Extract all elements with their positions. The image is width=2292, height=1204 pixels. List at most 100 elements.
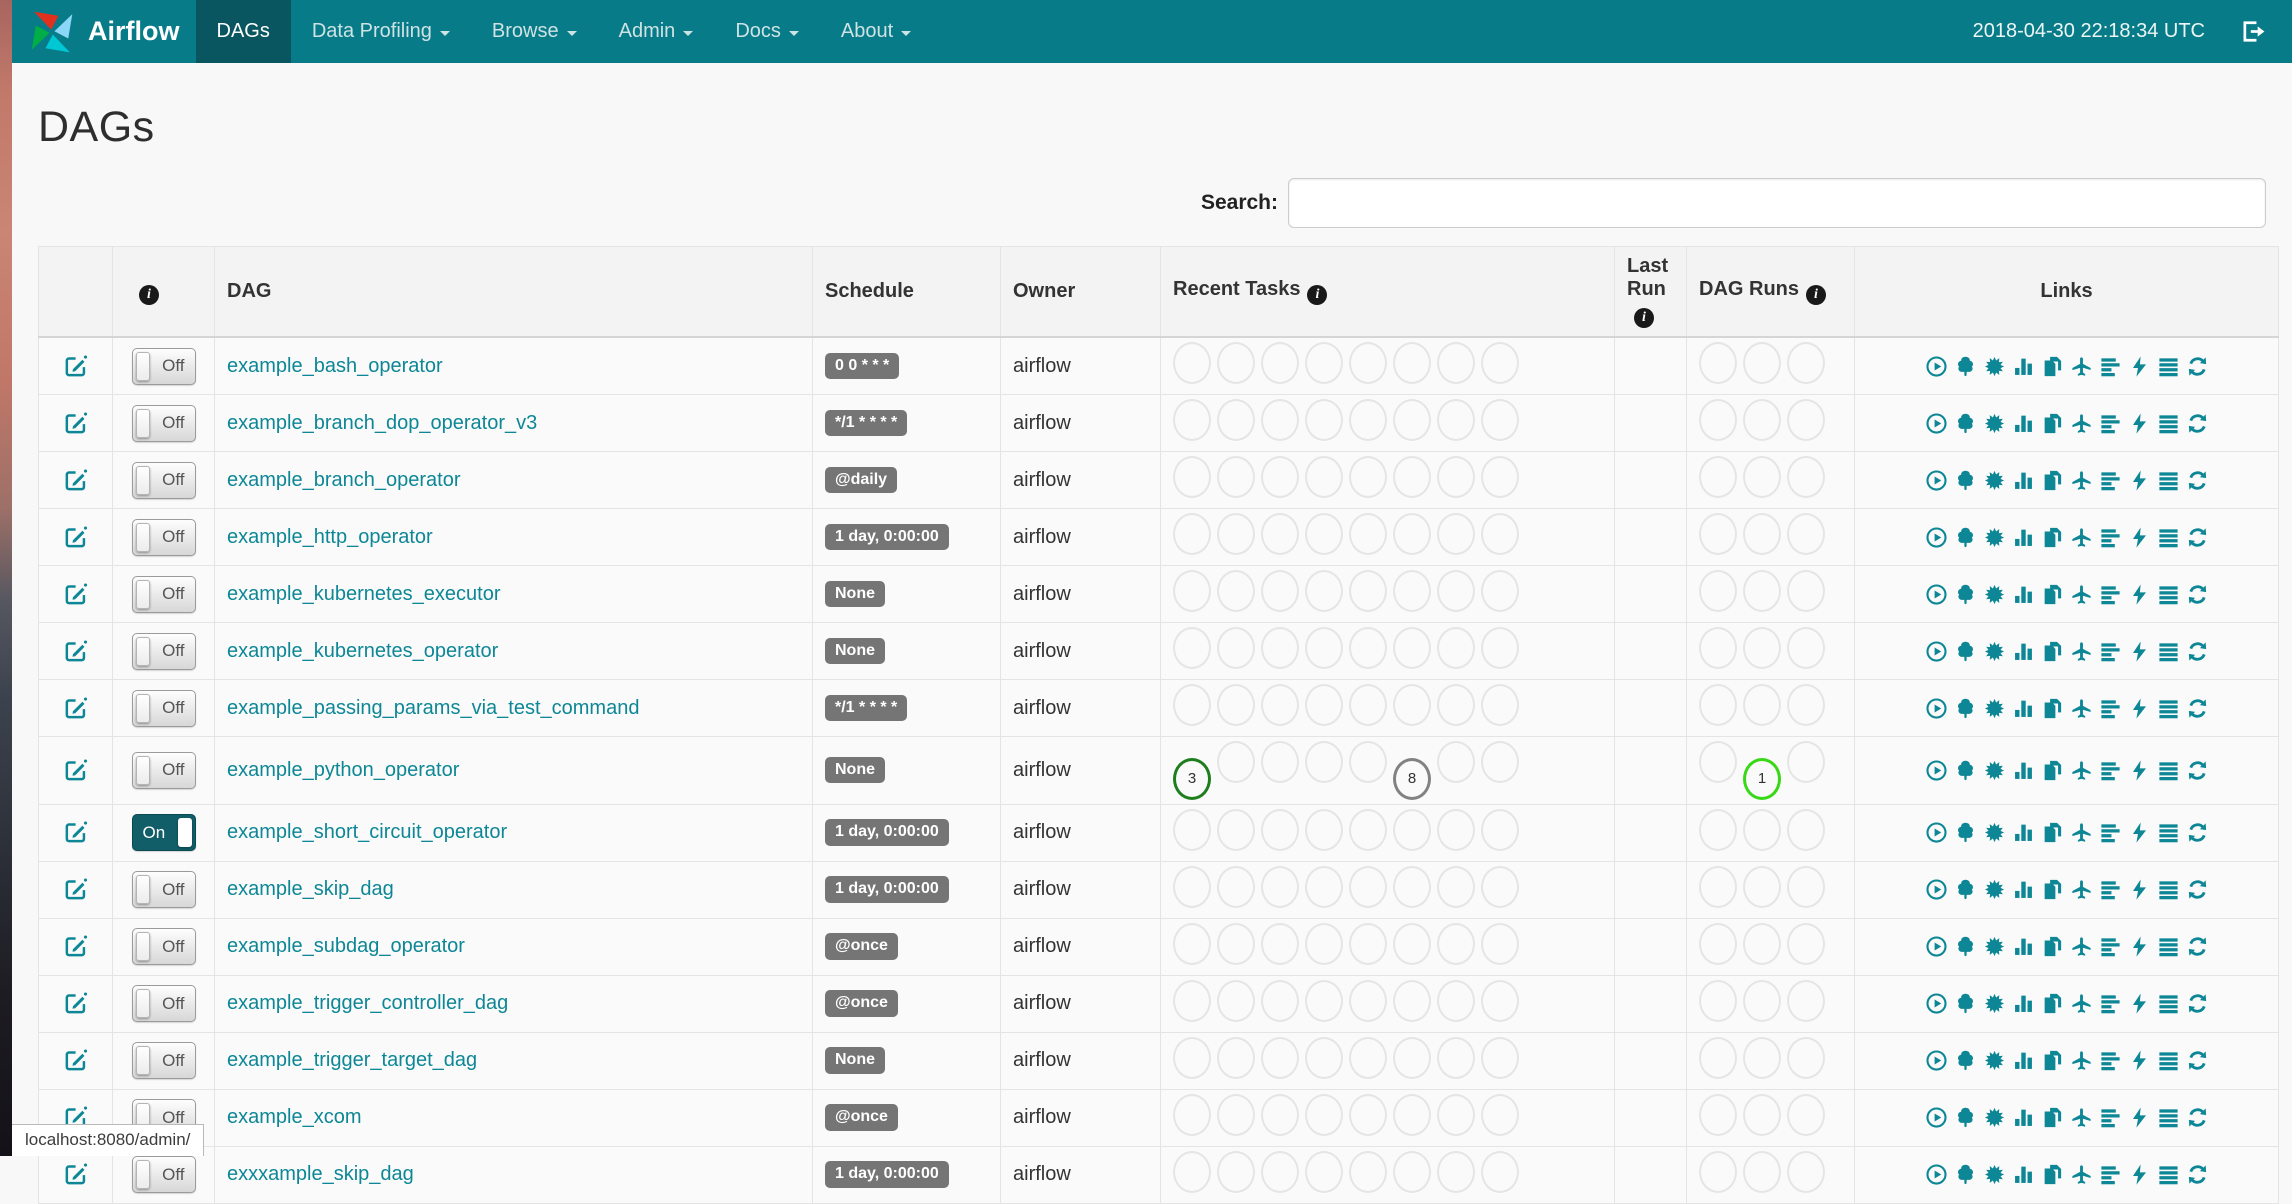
recent-task-circle[interactable] <box>1437 741 1475 783</box>
dag-run-circle[interactable] <box>1787 684 1825 726</box>
link-gantt-view[interactable] <box>2099 355 2122 378</box>
recent-task-circle[interactable] <box>1481 684 1519 726</box>
dag-pause-toggle[interactable]: Off <box>131 1156 196 1193</box>
dag-run-circle[interactable] <box>1787 342 1825 384</box>
link-trigger-dag[interactable] <box>1925 526 1948 549</box>
link-code-view[interactable] <box>2128 583 2151 606</box>
link-gantt-view[interactable] <box>2099 759 2122 782</box>
link-task-duration[interactable] <box>2012 640 2035 663</box>
recent-task-circle[interactable] <box>1437 865 1475 908</box>
link-landing-times[interactable] <box>2070 355 2093 378</box>
recent-task-circle[interactable] <box>1305 513 1343 555</box>
link-code-view[interactable] <box>2128 1049 2151 1072</box>
dag-pause-toggle[interactable]: Off <box>131 404 196 442</box>
dag-run-circle[interactable] <box>1787 808 1825 851</box>
recent-task-circle[interactable] <box>1217 979 1255 1022</box>
link-refresh[interactable] <box>2186 640 2209 663</box>
link-gantt-view[interactable] <box>2099 583 2122 606</box>
recent-task-circle[interactable] <box>1305 979 1343 1022</box>
recent-task-circle[interactable] <box>1481 979 1519 1022</box>
link-code-view[interactable] <box>2128 526 2151 549</box>
recent-task-circle[interactable] <box>1305 627 1343 669</box>
dag-run-circle[interactable] <box>1743 342 1781 384</box>
dag-pause-toggle[interactable]: Off <box>131 689 196 727</box>
recent-task-circle[interactable] <box>1217 741 1255 783</box>
dag-run-circle[interactable] <box>1787 399 1825 441</box>
link-task-instances[interactable] <box>2157 1106 2180 1129</box>
link-gantt-view[interactable] <box>2099 697 2122 720</box>
link-landing-times[interactable] <box>2070 878 2093 901</box>
dag-pause-toggle[interactable]: Off <box>131 985 196 1022</box>
link-trigger-dag[interactable] <box>1925 992 1948 1015</box>
recent-task-circle[interactable] <box>1481 922 1519 965</box>
recent-task-circle[interactable] <box>1305 456 1343 498</box>
recent-task-circle[interactable] <box>1217 1036 1255 1079</box>
link-task-tries[interactable] <box>2041 469 2064 492</box>
link-task-instances[interactable] <box>2157 469 2180 492</box>
edit-dag-link[interactable] <box>62 639 89 661</box>
dag-run-circle[interactable] <box>1743 808 1781 851</box>
recent-task-circle[interactable] <box>1305 808 1343 851</box>
dag-run-circle[interactable] <box>1743 627 1781 669</box>
link-task-instances[interactable] <box>2157 878 2180 901</box>
link-task-duration[interactable] <box>2012 821 2035 844</box>
search-input[interactable] <box>1288 178 2266 228</box>
edit-dag-link[interactable] <box>62 821 89 843</box>
link-code-view[interactable] <box>2128 935 2151 958</box>
dag-link[interactable]: example_http_operator <box>227 526 433 548</box>
link-tree-view[interactable] <box>1954 583 1977 606</box>
recent-task-circle[interactable] <box>1305 1036 1343 1079</box>
edit-dag-link[interactable] <box>62 354 89 376</box>
link-gantt-view[interactable] <box>2099 878 2122 901</box>
dag-run-circle[interactable] <box>1743 979 1781 1022</box>
recent-task-circle[interactable] <box>1217 1150 1255 1193</box>
recent-task-circle[interactable] <box>1217 1093 1255 1136</box>
dag-pause-toggle[interactable]: On <box>131 814 196 851</box>
link-refresh[interactable] <box>2186 355 2209 378</box>
recent-task-circle[interactable] <box>1393 627 1431 669</box>
link-graph-view[interactable] <box>1983 526 2006 549</box>
recent-task-circle[interactable] <box>1261 684 1299 726</box>
dag-run-circle[interactable] <box>1699 1150 1737 1193</box>
link-task-tries[interactable] <box>2041 355 2064 378</box>
dag-run-circle[interactable] <box>1699 1036 1737 1079</box>
recent-task-circle[interactable] <box>1349 342 1387 384</box>
recent-task-circle[interactable] <box>1393 513 1431 555</box>
link-gantt-view[interactable] <box>2099 412 2122 435</box>
recent-task-circle[interactable] <box>1305 342 1343 384</box>
link-task-instances[interactable] <box>2157 412 2180 435</box>
link-refresh[interactable] <box>2186 469 2209 492</box>
link-task-instances[interactable] <box>2157 1163 2180 1186</box>
recent-task-circle[interactable] <box>1481 399 1519 441</box>
dag-run-circle[interactable] <box>1787 1093 1825 1136</box>
recent-task-circle[interactable] <box>1349 1093 1387 1136</box>
link-graph-view[interactable] <box>1983 1049 2006 1072</box>
recent-task-circle[interactable] <box>1349 513 1387 555</box>
link-gantt-view[interactable] <box>2099 1106 2122 1129</box>
link-tree-view[interactable] <box>1954 697 1977 720</box>
recent-task-circle[interactable] <box>1349 741 1387 783</box>
recent-task-circle[interactable] <box>1437 456 1475 498</box>
dag-link[interactable]: example_bash_operator <box>227 355 443 377</box>
nav-item-about[interactable]: About <box>820 0 932 63</box>
dag-run-circle[interactable] <box>1699 627 1737 669</box>
recent-task-circle[interactable] <box>1349 627 1387 669</box>
recent-task-circle[interactable] <box>1217 399 1255 441</box>
link-trigger-dag[interactable] <box>1925 821 1948 844</box>
link-refresh[interactable] <box>2186 935 2209 958</box>
link-task-instances[interactable] <box>2157 583 2180 606</box>
dag-run-circle[interactable] <box>1699 808 1737 851</box>
recent-task-circle[interactable] <box>1437 1150 1475 1193</box>
link-task-tries[interactable] <box>2041 1163 2064 1186</box>
link-tree-view[interactable] <box>1954 469 1977 492</box>
recent-task-circle[interactable] <box>1481 570 1519 612</box>
link-tree-view[interactable] <box>1954 526 1977 549</box>
link-trigger-dag[interactable] <box>1925 878 1948 901</box>
link-landing-times[interactable] <box>2070 697 2093 720</box>
link-trigger-dag[interactable] <box>1925 1049 1948 1072</box>
dag-link[interactable]: example_subdag_operator <box>227 935 465 957</box>
dag-link[interactable]: example_kubernetes_executor <box>227 583 501 605</box>
link-gantt-view[interactable] <box>2099 935 2122 958</box>
recent-task-circle[interactable] <box>1393 1150 1431 1193</box>
dag-run-circle[interactable] <box>1787 570 1825 612</box>
